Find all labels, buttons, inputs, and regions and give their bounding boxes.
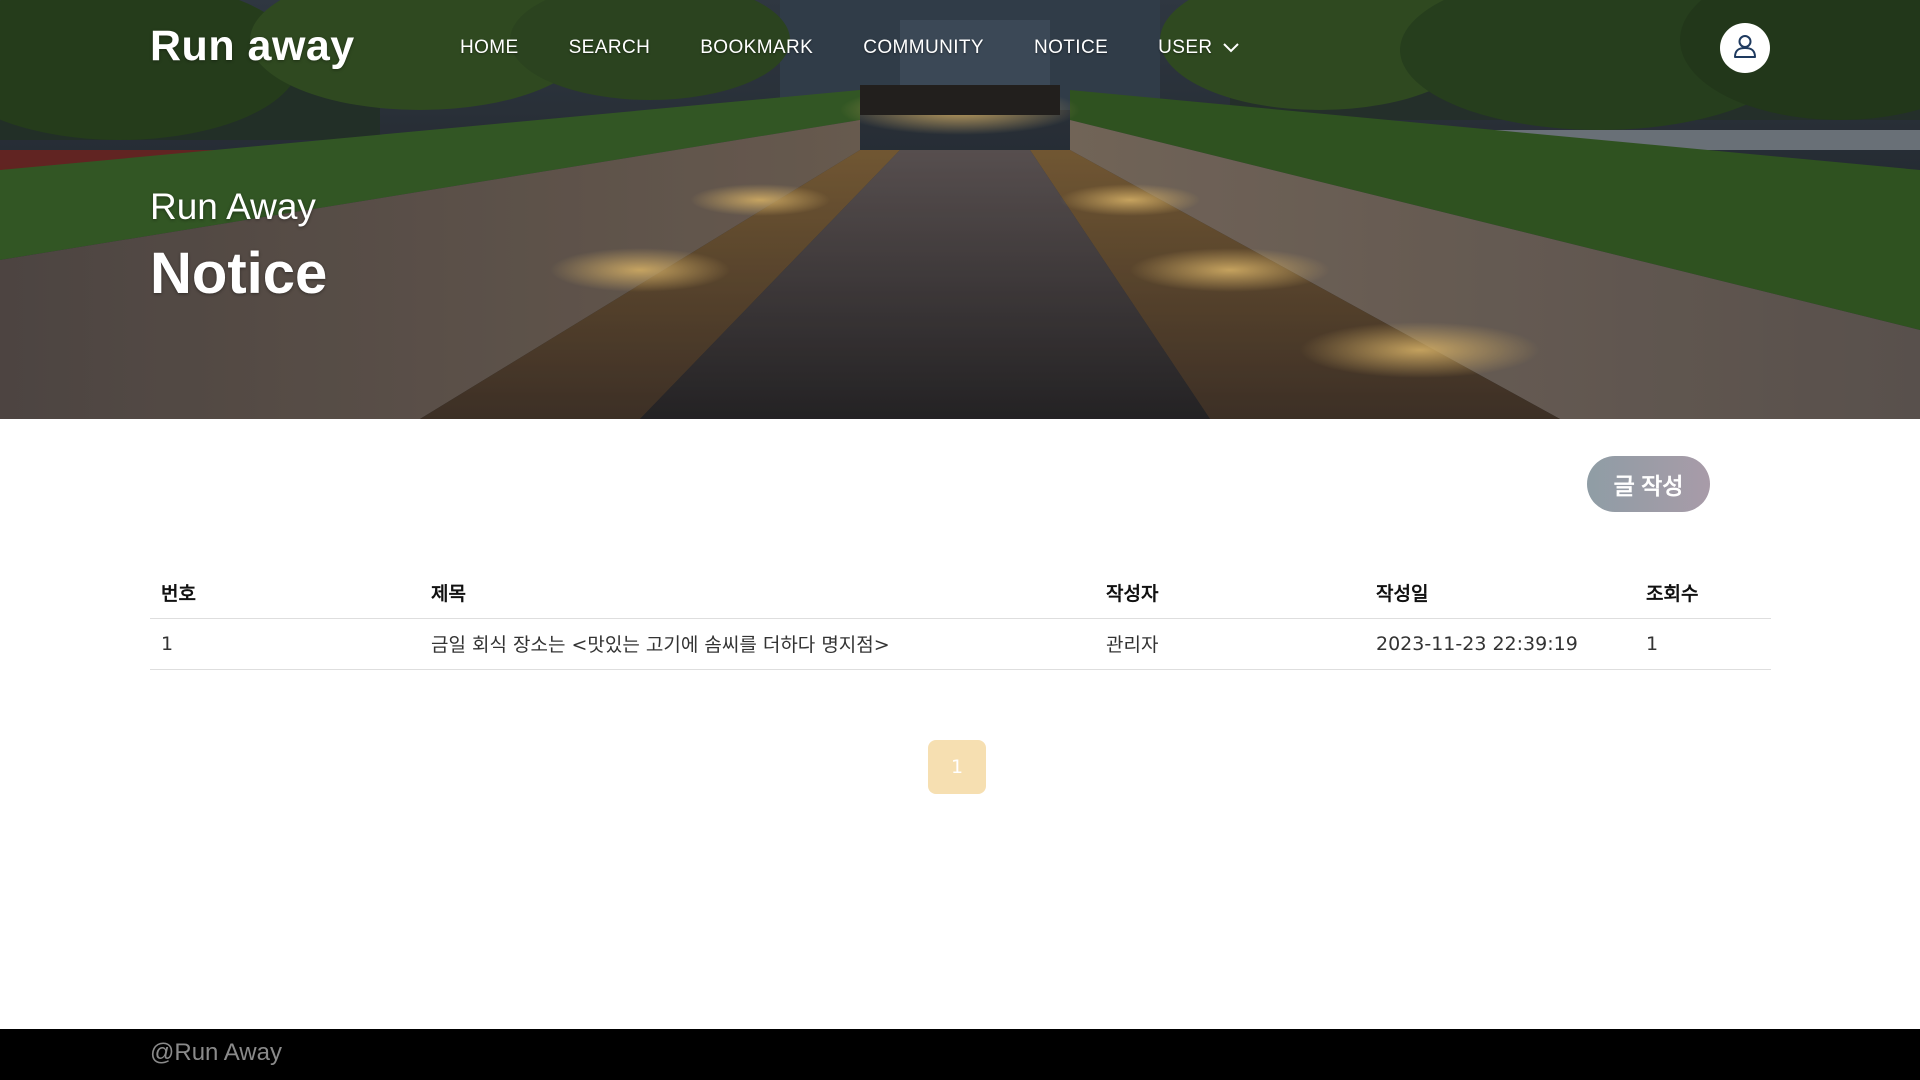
column-header-author: 작성자: [1095, 568, 1365, 619]
nav-user-label: USER: [1158, 37, 1213, 58]
table-row[interactable]: 1 금일 회식 장소는 <맛있는 고기에 솜씨를 더하다 명지점> 관리자 20…: [150, 618, 1771, 670]
pagination-page-1[interactable]: 1: [928, 740, 986, 794]
nav-bookmark-label: BOOKMARK: [700, 37, 814, 58]
row-number: 1: [150, 618, 420, 670]
nav-user-dropdown[interactable]: USER: [1158, 37, 1239, 59]
column-header-title: 제목: [420, 568, 1095, 619]
nav-search[interactable]: SEARCH: [569, 37, 651, 59]
main-nav: HOME SEARCH BOOKMARK COMMUNITY NOTICE US…: [460, 37, 1290, 59]
page-title: Notice: [150, 241, 328, 306]
hero-subtitle: Run Away: [150, 186, 316, 227]
nav-notice[interactable]: NOTICE: [1034, 37, 1108, 59]
footer-copyright: @Run Away: [150, 1039, 282, 1066]
row-title-link[interactable]: 금일 회식 장소는 <맛있는 고기에 솜씨를 더하다 명지점>: [420, 618, 1095, 670]
chevron-down-icon: [1222, 42, 1240, 54]
nav-search-label: SEARCH: [568, 37, 651, 58]
hero-banner: Run away HOME SEARCH BOOKMARK COMMUNITY …: [0, 0, 1920, 419]
nav-notice-label: NOTICE: [1033, 37, 1109, 58]
row-author: 관리자: [1095, 618, 1365, 670]
row-views: 1: [1635, 618, 1771, 670]
nav-community[interactable]: COMMUNITY: [863, 37, 984, 59]
notice-table: 번호 제목 작성자 작성일 조회수 1 금일 회식 장소는 <맛있는 고기에 솜…: [150, 568, 1771, 670]
column-header-date: 작성일: [1365, 568, 1635, 619]
nav-community-label: COMMUNITY: [863, 37, 984, 58]
nav-home[interactable]: HOME: [460, 37, 519, 59]
footer: @Run Away: [0, 1029, 1920, 1080]
column-header-number: 번호: [150, 568, 420, 619]
row-date: 2023-11-23 22:39:19: [1365, 618, 1635, 670]
site-logo[interactable]: Run away: [150, 22, 355, 71]
write-post-button[interactable]: 글 작성: [1587, 456, 1710, 512]
user-icon: [1732, 33, 1758, 63]
user-profile-button[interactable]: [1720, 23, 1770, 73]
column-header-views: 조회수: [1635, 568, 1771, 619]
table-header-row: 번호 제목 작성자 작성일 조회수: [150, 568, 1771, 619]
nav-home-label: HOME: [460, 37, 519, 58]
nav-bookmark[interactable]: BOOKMARK: [700, 37, 813, 59]
